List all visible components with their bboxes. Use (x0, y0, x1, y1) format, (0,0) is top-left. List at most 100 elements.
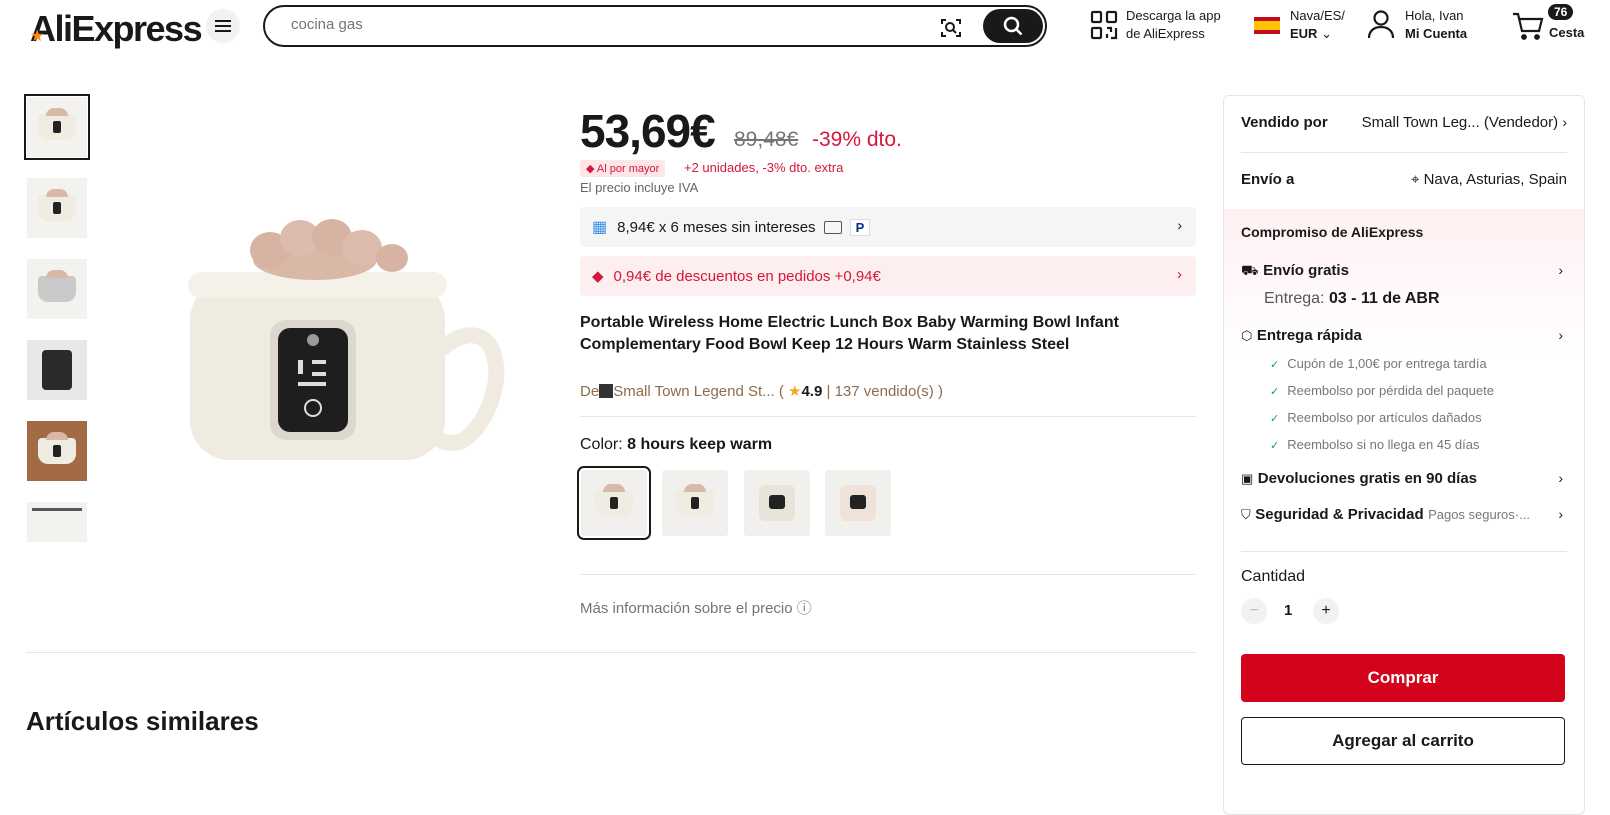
bulk-tag: ◆ Al por mayor (580, 160, 666, 177)
chevron-right-icon: › (1177, 217, 1182, 233)
color-option-3[interactable] (744, 470, 810, 536)
search-input[interactable] (289, 15, 889, 34)
discount-percent: -39% dto. (812, 128, 902, 151)
my-account-label: Mi Cuenta (1405, 26, 1468, 41)
hamburger-icon (215, 20, 231, 32)
gallery-thumb-5[interactable] (27, 421, 87, 481)
menu-button[interactable] (206, 9, 240, 43)
sold-by-label: Vendido por (1241, 114, 1328, 131)
buy-now-button[interactable]: Comprar (1241, 654, 1565, 702)
aliexpress-logo[interactable]: AliExpress (30, 8, 203, 50)
chevron-right-icon: › (1558, 470, 1563, 486)
check-item: Reembolso por pérdida del paquete (1270, 383, 1494, 398)
download-app-line1: Descarga la app (1126, 8, 1221, 23)
sold-by-row[interactable]: Vendido por Small Town Leg... (Vendedor)… (1241, 114, 1567, 131)
region-selector[interactable]: Nava/ES/ EUR ⌄ (1290, 7, 1345, 43)
installments-row[interactable]: ▦ 8,94€ x 6 meses sin intereses P › (580, 207, 1196, 247)
ship-to-label: Envío a (1241, 171, 1295, 188)
purchase-panel (1223, 95, 1585, 815)
security-row[interactable]: ⛉ Seguridad & Privacidad Pagos seguros·.… (1241, 506, 1567, 524)
chevron-right-icon: › (1177, 266, 1182, 283)
greeting: Hola, Ivan (1405, 8, 1464, 23)
gallery-thumb-1[interactable] (24, 94, 90, 160)
sold-by-value-text: Small Town Leg... (Vendedor) (1361, 114, 1559, 131)
cart-count-badge: 76 (1548, 4, 1574, 20)
paypal-icon: P (849, 218, 871, 236)
star-icon: ★ (788, 383, 802, 400)
order-discount-text: 0,94€ de descuentos en pedidos +0,94€ (613, 267, 881, 285)
qr-code-icon[interactable] (1090, 10, 1118, 45)
divider (580, 574, 1196, 575)
order-discount-row[interactable]: ◆ 0,94€ de descuentos en pedidos +0,94€ … (580, 256, 1196, 296)
delivery-dates: 03 - 11 de ABR (1328, 290, 1440, 307)
security-shield-icon: ⛉ (1241, 507, 1251, 522)
more-price-info-link[interactable]: Más información sobre el precio ⓘ (580, 597, 812, 618)
ship-to-value-text: Nava, Asturias, Spain (1423, 171, 1567, 188)
check-item: Cupón de 1,00€ por entrega tardía (1270, 356, 1486, 371)
chevron-right-icon: › (1558, 506, 1563, 522)
info-icon: ⓘ (796, 600, 812, 617)
free-returns-row[interactable]: ▣ Devoluciones gratis en 90 días › (1241, 470, 1567, 488)
vat-note: El precio incluye IVA (580, 180, 699, 195)
similar-items-heading: Artículos similares (26, 706, 259, 736)
gallery-thumb-3[interactable] (27, 259, 87, 319)
image-search-icon[interactable] (939, 16, 963, 45)
location-pin-icon: ⌖ (1410, 171, 1424, 188)
divider (1241, 551, 1567, 552)
quantity-label: Cantidad (1241, 568, 1306, 585)
fast-delivery-label: Entrega rápida (1256, 327, 1362, 344)
user-icon[interactable] (1367, 9, 1395, 44)
quantity-decrease-button[interactable]: − (1241, 598, 1267, 624)
divider (580, 416, 1196, 417)
search-icon (1003, 16, 1023, 36)
color-label-prefix: Color: (580, 436, 628, 453)
spain-flag-icon (1254, 17, 1280, 34)
search-button[interactable] (983, 9, 1043, 43)
store-sold: 137 vendido(s) (834, 383, 934, 400)
currency: EUR (1290, 26, 1318, 41)
add-to-cart-button[interactable]: Agregar al carrito (1241, 717, 1565, 765)
truck-icon: ⛟ (1241, 262, 1259, 278)
delivery-estimate: Entrega: 03 - 11 de ABR (1264, 290, 1440, 308)
more-price-info-text: Más información sobre el precio (580, 600, 793, 617)
card-icon (823, 220, 842, 234)
color-option-1[interactable] (577, 466, 651, 540)
security-sub: Pagos seguros·... (1428, 507, 1530, 522)
color-label: Color: 8 hours keep warm (580, 436, 772, 454)
region-line1: Nava/ES/ (1290, 8, 1345, 23)
ship-to-value: ⌖ Nava, Asturias, Spain (1411, 171, 1567, 188)
coupon-tag-icon: ◆ (592, 268, 604, 285)
commitment-heading: Compromiso de AliExpress (1241, 224, 1424, 240)
calendar-icon: ▦ (592, 219, 608, 236)
store-prefix: De (580, 383, 600, 400)
store-info[interactable]: De Small Town Legend St... ( ★4.9 | 137 v… (580, 382, 943, 400)
return-box-icon: ▣ (1241, 471, 1254, 486)
download-app-line2: de AliExpress (1126, 26, 1205, 41)
bulk-tag-label: Al por mayor (596, 163, 660, 175)
free-shipping-row[interactable]: ⛟ Envío gratis › (1241, 262, 1567, 281)
main-product-image[interactable] (170, 200, 510, 485)
quantity-value[interactable]: 1 (1284, 602, 1292, 619)
ship-to-row[interactable]: Envío a ⌖ Nava, Asturias, Spain (1241, 171, 1567, 188)
cart-label[interactable]: Cesta (1549, 24, 1584, 42)
product-title: Portable Wireless Home Electric Lunch Bo… (580, 314, 1119, 353)
download-app-link[interactable]: Descarga la app de AliExpress (1126, 7, 1221, 43)
installments-text: 8,94€ x 6 meses sin intereses (617, 218, 816, 236)
color-option-4[interactable] (825, 470, 891, 536)
chevron-down-icon: ⌄ (1321, 26, 1332, 41)
account-menu[interactable]: Hola, Ivan Mi Cuenta (1405, 7, 1467, 43)
cart-icon[interactable] (1512, 12, 1544, 45)
gallery-thumb-2[interactable] (27, 178, 87, 238)
chevron-right-icon: › (1558, 262, 1563, 278)
color-option-2[interactable] (662, 470, 728, 536)
gallery-thumb-4[interactable] (27, 340, 87, 400)
logo-star-icon: ★ (30, 28, 45, 45)
quantity-increase-button[interactable]: + (1313, 598, 1339, 624)
color-value: 8 hours keep warm (627, 436, 773, 453)
search-bar (263, 5, 1047, 47)
gallery-thumb-6[interactable] (27, 502, 87, 542)
fast-delivery-row[interactable]: ⬡ Entrega rápida › (1241, 327, 1567, 345)
store-name[interactable]: Small Town Legend St... (613, 383, 774, 400)
chevron-right-icon: › (1562, 114, 1567, 130)
bulk-discount-text: +2 unidades, -3% dto. extra (684, 160, 844, 175)
